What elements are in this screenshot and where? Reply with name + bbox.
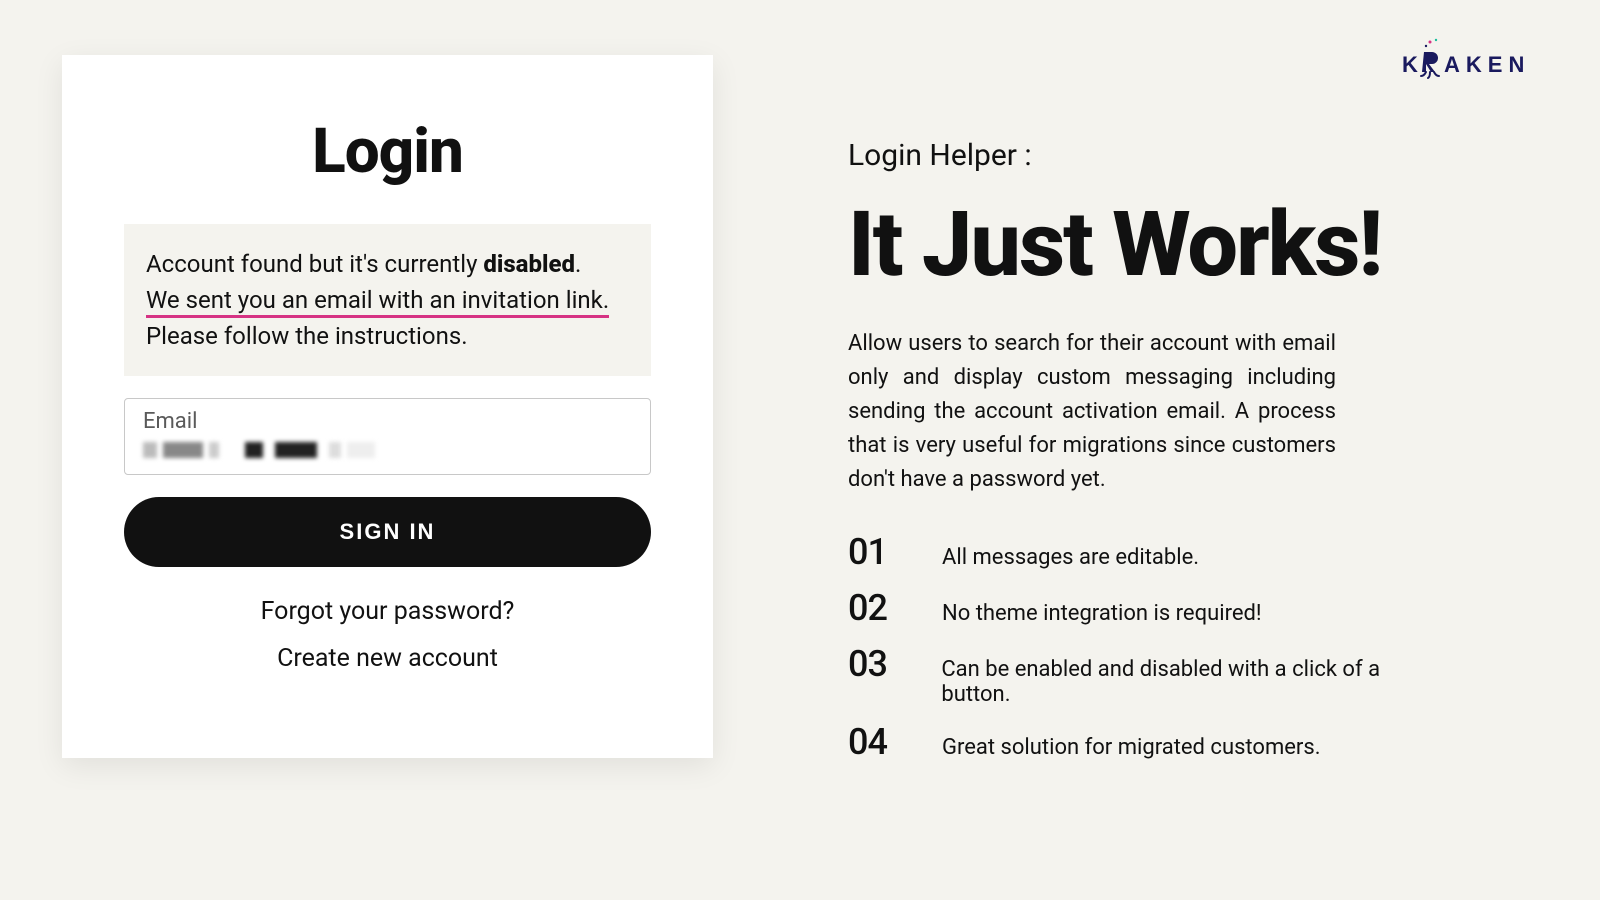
list-item: 01 All messages are editable. <box>848 531 1448 573</box>
feature-num: 04 <box>848 721 898 763</box>
signin-button[interactable]: SIGN IN <box>124 497 651 567</box>
marketing-headline: It Just Works! <box>848 191 1448 299</box>
notice-line2: We sent you an email with an invitation … <box>146 286 609 318</box>
feature-num: 02 <box>848 587 898 629</box>
create-account-link[interactable]: Create new account <box>124 644 651 673</box>
login-notice: Account found but it's currently disable… <box>124 224 651 376</box>
feature-num: 01 <box>848 531 898 573</box>
list-item: 03 Can be enabled and disabled with a cl… <box>848 643 1448 707</box>
feature-text: Great solution for migrated customers. <box>942 735 1321 760</box>
notice-line1-pre: Account found but it's currently <box>146 250 483 278</box>
list-item: 04 Great solution for migrated customers… <box>848 721 1448 763</box>
marketing-panel: Login Helper : It Just Works! Allow user… <box>848 138 1448 777</box>
brand-logo: K AKEN <box>1402 38 1542 84</box>
marketing-description: Allow users to search for their account … <box>848 327 1336 497</box>
feature-text: Can be enabled and disabled with a click… <box>941 657 1448 707</box>
notice-line1-bold: disabled <box>483 250 575 278</box>
feature-num: 03 <box>848 643 897 685</box>
svg-text:K: K <box>1402 52 1424 77</box>
kraken-logo-icon: K AKEN <box>1402 38 1542 84</box>
feature-text: No theme integration is required! <box>942 601 1262 626</box>
email-field[interactable]: Email <box>124 398 651 475</box>
login-card: Login Account found but it's currently d… <box>62 55 713 758</box>
forgot-password-link[interactable]: Forgot your password? <box>124 597 651 626</box>
email-field-value-redacted <box>143 440 632 460</box>
marketing-subtitle: Login Helper : <box>848 138 1448 173</box>
notice-line1-post: . <box>575 250 581 278</box>
svg-text:AKEN: AKEN <box>1444 52 1530 77</box>
notice-line3: Please follow the instructions. <box>146 322 468 350</box>
login-title: Login <box>124 115 651 188</box>
feature-text: All messages are editable. <box>942 545 1199 570</box>
feature-list: 01 All messages are editable. 02 No them… <box>848 531 1448 763</box>
list-item: 02 No theme integration is required! <box>848 587 1448 629</box>
email-field-label: Email <box>143 409 632 434</box>
